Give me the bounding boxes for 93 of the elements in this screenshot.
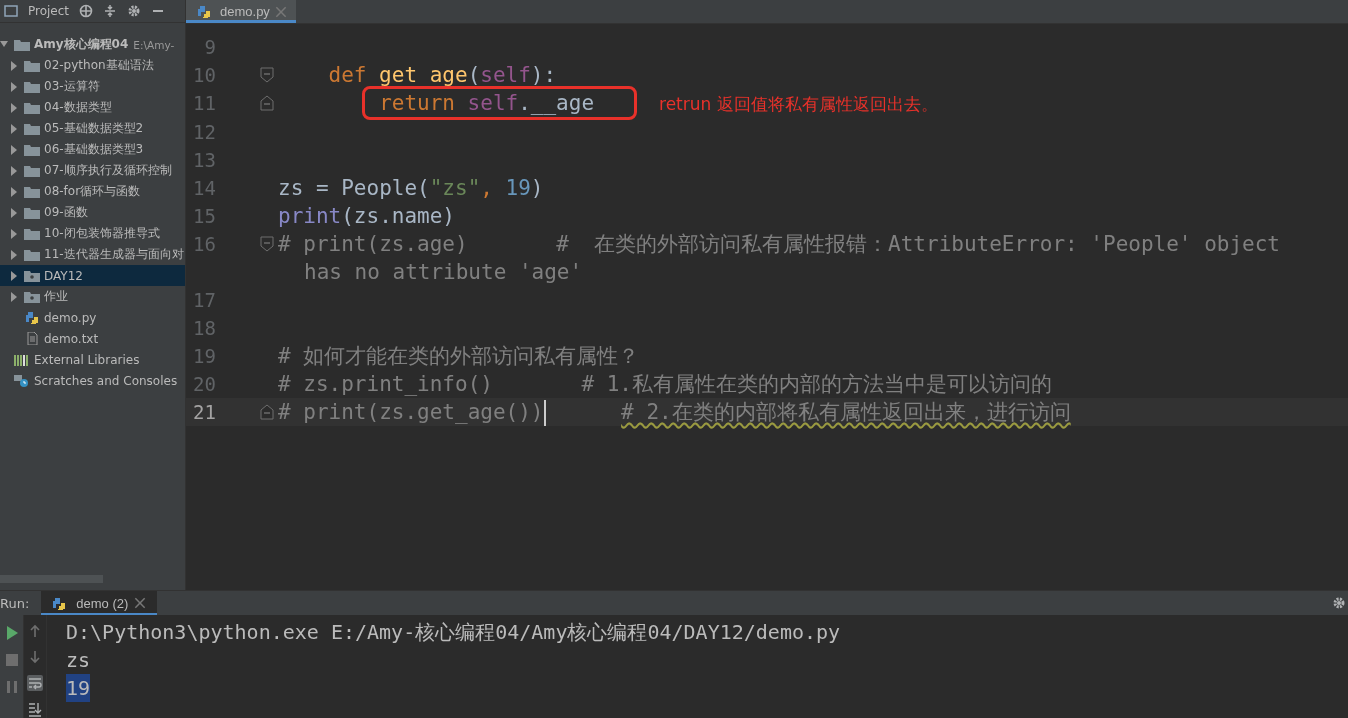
line-number: 12 xyxy=(192,120,216,145)
folder-icon xyxy=(24,122,40,135)
settings-icon[interactable] xyxy=(127,4,142,18)
fold-marker-icon[interactable] xyxy=(260,67,274,83)
soft-wrap-icon[interactable] xyxy=(27,675,43,691)
folder-icon xyxy=(24,164,40,177)
line-number: 10 xyxy=(192,63,216,88)
scroll-to-end-icon[interactable] xyxy=(27,701,43,717)
collapsed-arrow-icon[interactable] xyxy=(10,123,18,134)
clock-icon xyxy=(14,374,30,387)
code-line: zs = People("zs", 19) xyxy=(278,175,544,202)
collapsed-arrow-icon[interactable] xyxy=(10,144,18,155)
code-line: def get_age(self): xyxy=(327,62,557,89)
panel-title: Run: xyxy=(0,595,30,611)
line-number: 9 xyxy=(203,35,216,60)
python-file-icon xyxy=(51,596,68,610)
code-line: # zs.print_info() # 1.私有属性在类的内部的方法当中是可以访问的 xyxy=(278,371,1052,398)
collapsed-arrow-icon[interactable] xyxy=(10,291,18,302)
file-tab[interactable]: demo.py xyxy=(186,0,296,23)
tree-item[interactable]: External Libraries xyxy=(0,349,185,370)
collapsed-arrow-icon[interactable] xyxy=(10,207,18,218)
panel-icon xyxy=(4,4,18,18)
tree-item[interactable]: 03-运算符 xyxy=(0,76,185,97)
collapsed-arrow-icon[interactable] xyxy=(10,249,18,260)
panel-title[interactable]: Project xyxy=(28,4,70,18)
tree-item[interactable]: 10-闭包装饰器推导式 xyxy=(0,223,185,244)
text-cursor xyxy=(543,400,546,426)
tree-item[interactable]: Scratches and Consoles xyxy=(0,370,185,391)
collapse-icon[interactable] xyxy=(103,4,118,18)
folder-icon xyxy=(24,143,40,156)
fold-marker-icon[interactable] xyxy=(260,404,274,420)
tree-item[interactable]: 06-基础数据类型3 xyxy=(0,139,185,160)
tree-item[interactable]: 08-for循环与函数 xyxy=(0,181,185,202)
folder-icon xyxy=(24,269,40,282)
collapsed-arrow-icon[interactable] xyxy=(10,165,18,176)
line-number: 16 xyxy=(192,232,216,257)
folder-icon xyxy=(24,101,40,114)
tree-item[interactable]: 05-基础数据类型2 xyxy=(0,118,185,139)
run-tab[interactable]: demo (2) xyxy=(41,591,158,615)
folder-icon xyxy=(14,38,30,51)
down-arrow-icon[interactable] xyxy=(27,649,43,665)
folder-icon xyxy=(24,185,40,198)
folder-icon xyxy=(24,290,40,303)
console-line: zs xyxy=(66,647,91,674)
tree-item[interactable]: demo.py xyxy=(0,307,185,328)
annotation-text: retrun 返回值将私有属性返回出去。 xyxy=(659,94,938,114)
collapsed-arrow-icon[interactable] xyxy=(10,60,18,71)
folder-icon xyxy=(24,80,40,93)
collapsed-arrow-icon[interactable] xyxy=(10,270,18,281)
fold-marker-icon[interactable] xyxy=(260,95,274,111)
fold-marker-icon[interactable] xyxy=(260,236,274,252)
python-file-icon xyxy=(24,311,40,324)
stop-icon[interactable] xyxy=(3,652,20,668)
collapsed-arrow-icon[interactable] xyxy=(10,228,18,239)
code-line: # print(zs.get_age()) # 2.在类的内部将私有属性返回出来，进行访问 xyxy=(278,399,1071,426)
close-icon[interactable] xyxy=(133,596,148,610)
folder-icon xyxy=(24,206,40,219)
code-line: return self.__age retrun 返回值将私有属性返回出去。 xyxy=(278,89,938,118)
tree-item[interactable]: 02-python基础语法 xyxy=(0,55,185,76)
code-line: # print(zs.age) # 在类的外部访问私有属性报错：AttributeError: 'People' object xyxy=(278,231,1280,258)
folder-icon xyxy=(24,59,40,72)
code-line: has no attribute 'age' xyxy=(303,259,584,286)
tree-item[interactable]: Amy核心编程04 E:\Amy- xyxy=(0,34,185,55)
line-number: 18 xyxy=(192,316,216,341)
library-icon xyxy=(14,353,30,366)
python-file-icon xyxy=(196,5,212,18)
path-text: E:\Amy- xyxy=(133,38,175,51)
tree-item[interactable]: DAY12 xyxy=(0,265,185,286)
tree-item[interactable]: 04-数据类型 xyxy=(0,97,185,118)
collapsed-arrow-icon[interactable] xyxy=(10,102,18,113)
line-number: 11 xyxy=(192,91,216,116)
code-line: # 如何才能在类的外部访问私有属性？ xyxy=(278,343,640,370)
tree-item[interactable]: 07-顺序执行及循环控制 xyxy=(0,160,185,181)
line-number: 17 xyxy=(192,288,216,313)
settings-icon[interactable] xyxy=(1332,596,1346,610)
tree-item[interactable]: 作业 xyxy=(0,286,185,307)
line-number: 15 xyxy=(192,204,216,229)
code-line: print(zs.name) xyxy=(278,203,455,230)
locate-icon[interactable] xyxy=(79,4,94,18)
collapsed-arrow-icon[interactable] xyxy=(10,186,18,197)
line-number: 14 xyxy=(192,176,216,201)
line-number: 13 xyxy=(192,148,216,173)
tree-item[interactable]: demo.txt xyxy=(0,328,185,349)
line-number: 19 xyxy=(192,344,216,369)
console-line: D:\Python3\python.exe E:/Amy-核心编程04/Amy核心编程04/DAY12/demo.py xyxy=(66,619,841,646)
text-file-icon xyxy=(24,332,40,345)
folder-icon xyxy=(24,248,40,261)
folder-icon xyxy=(24,227,40,240)
line-number: 20 xyxy=(192,372,216,397)
line-number: 21 xyxy=(192,400,216,425)
tree-item[interactable]: 09-函数 xyxy=(0,202,185,223)
tree-item[interactable]: 11-迭代器生成器与面向对 xyxy=(0,244,185,265)
collapsed-arrow-icon[interactable] xyxy=(10,81,18,92)
